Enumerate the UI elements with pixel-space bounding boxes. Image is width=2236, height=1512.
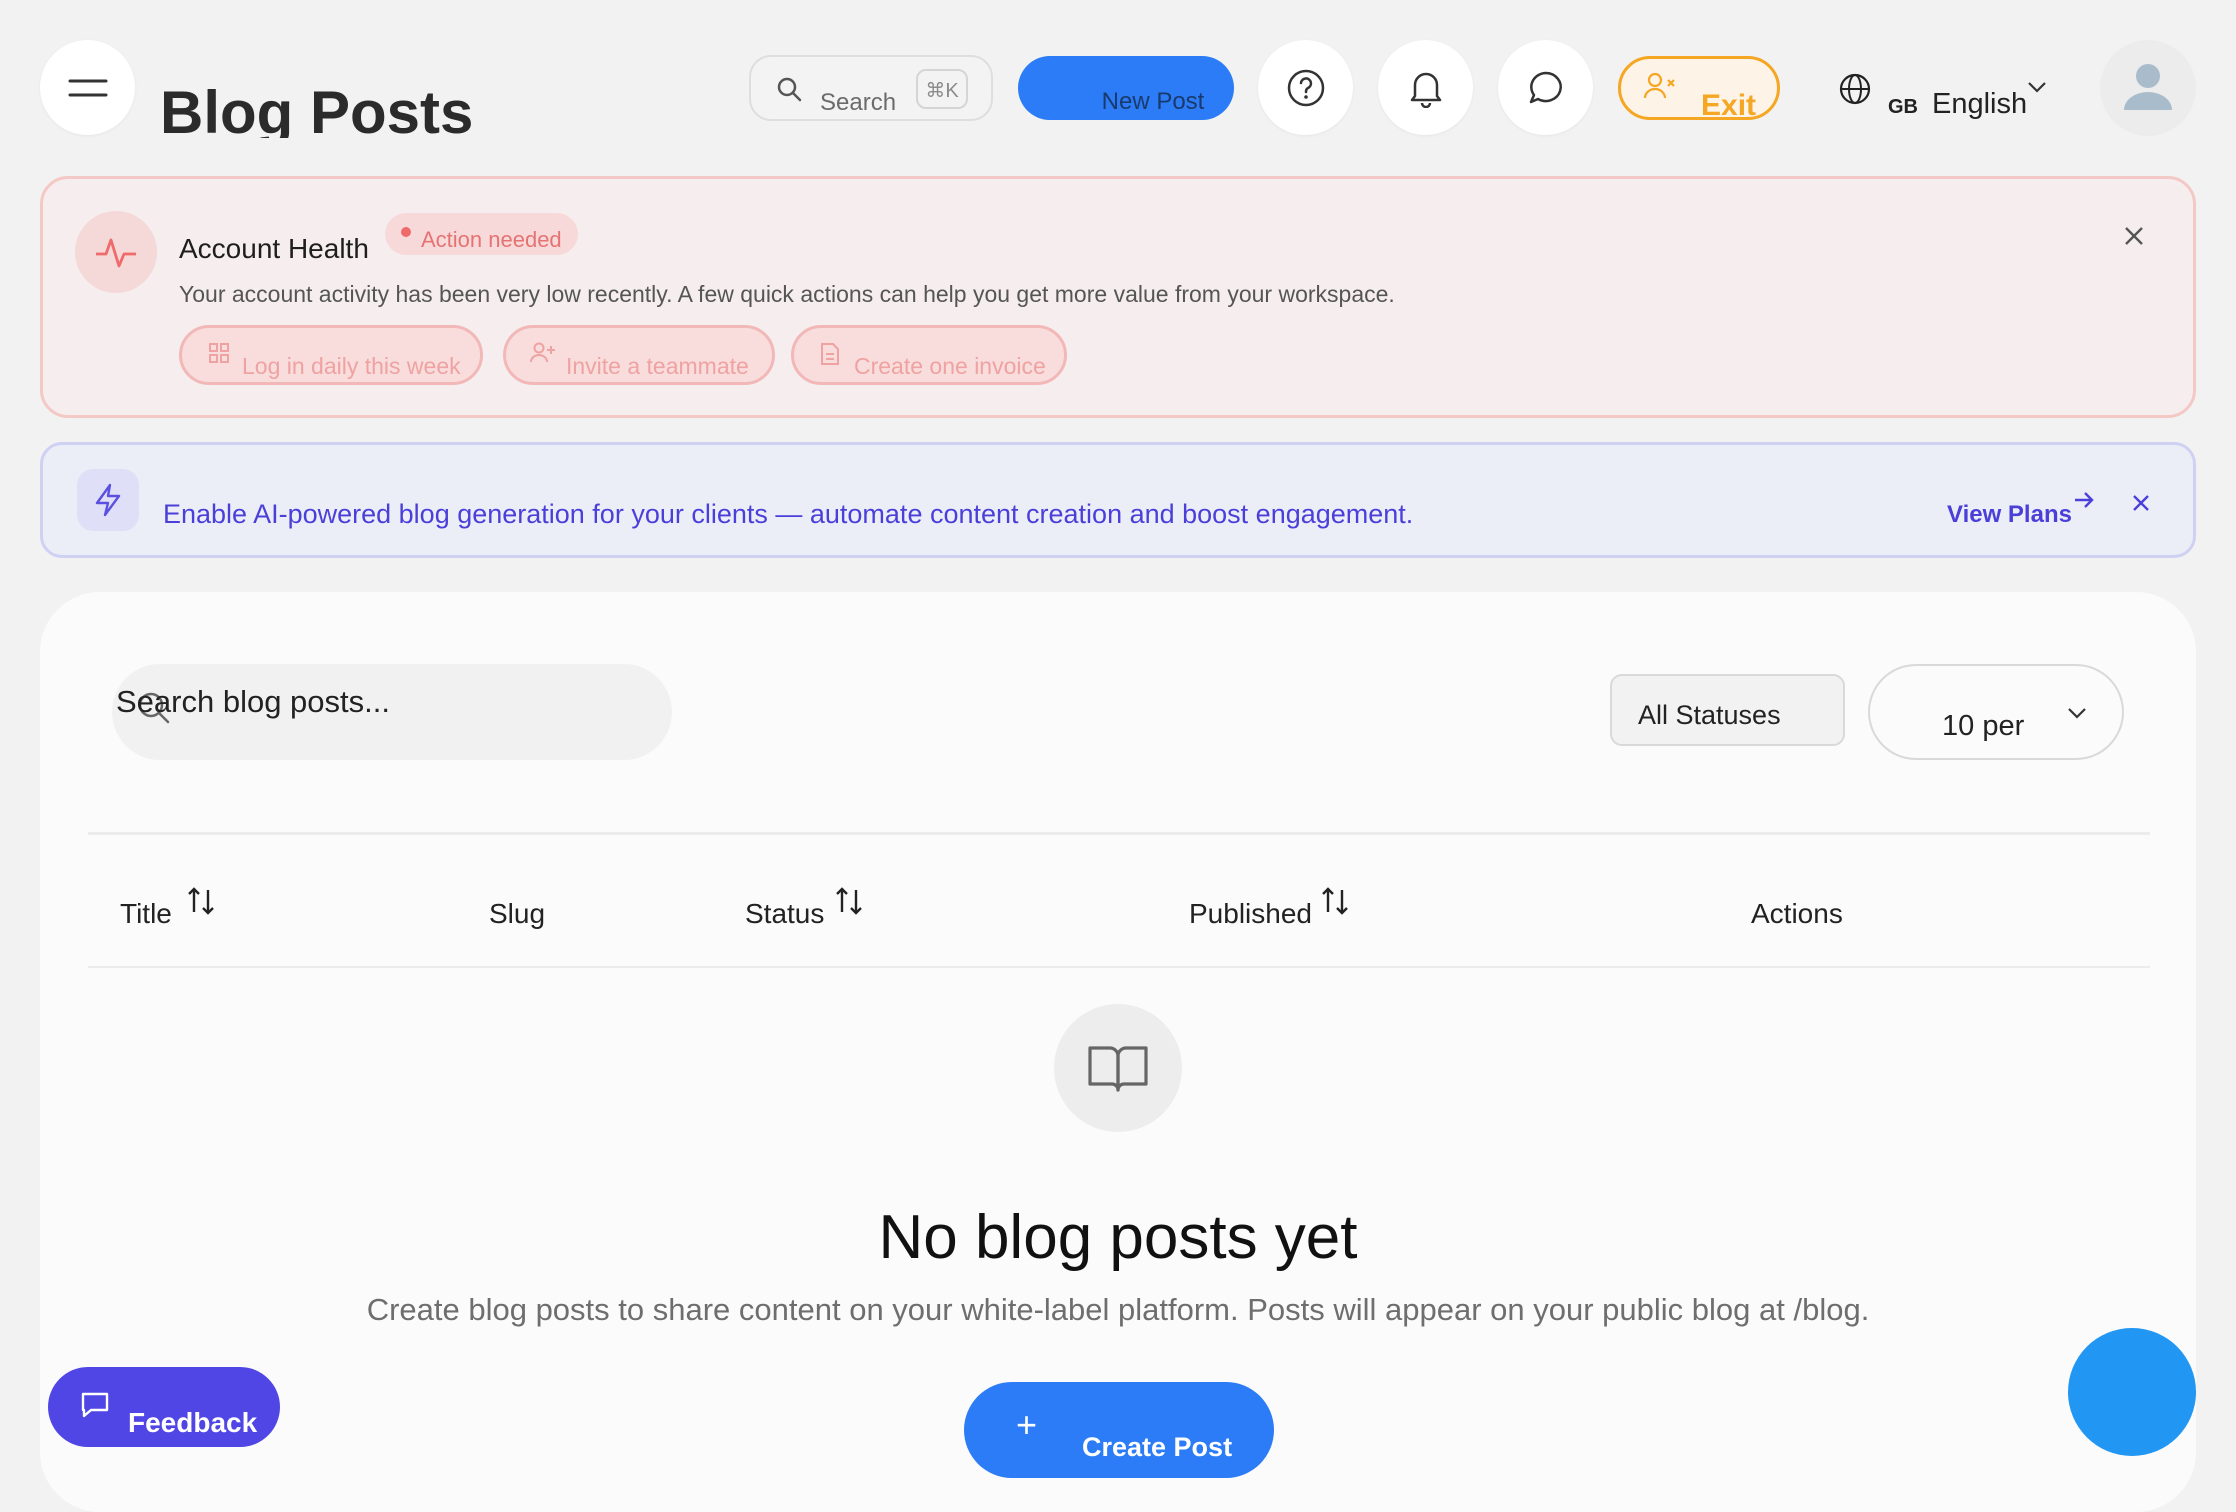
notifications-button[interactable] [1378, 40, 1473, 135]
language-code: GB [1888, 96, 1918, 118]
per-page-value: 10 per [1942, 710, 2025, 742]
column-header-actions: Actions [1751, 898, 1843, 929]
create-post-label: Create Post [1082, 1432, 1233, 1462]
shortcut-badge: ⌘K [916, 69, 968, 109]
divider [88, 966, 2150, 968]
user-plus-icon [530, 342, 555, 363]
action-chip-invite[interactable]: Invite a teammate [503, 325, 775, 385]
globe-icon [1839, 73, 1871, 105]
close-icon[interactable] [2131, 493, 2151, 513]
blog-search-placeholder: Search blog posts... [116, 684, 390, 719]
blog-posts-panel: Search blog posts... All Statuses 10 per… [40, 592, 2196, 1512]
empty-state-description: Create blog posts to share content on yo… [366, 1292, 1870, 1327]
new-post-button[interactable]: New Post [1018, 56, 1234, 120]
account-health-description: Your account activity has been very low … [179, 281, 1395, 307]
user-remove-icon [1643, 72, 1675, 99]
global-search[interactable]: Search ⌘K [749, 55, 993, 121]
ai-promo-text: Enable AI-powered blog generation for yo… [163, 499, 1414, 529]
action-chip-label: Create one invoice [854, 353, 1046, 379]
divider [88, 832, 2150, 835]
status-filter-select[interactable]: All Statuses [1610, 674, 1845, 746]
grid-icon [209, 343, 229, 363]
account-health-card: Account Health Action needed Your accoun… [40, 176, 2196, 418]
page-title: Blog Posts [160, 79, 474, 138]
empty-state-title: No blog posts yet [878, 1203, 1358, 1272]
feedback-button[interactable]: Feedback [48, 1367, 280, 1447]
feedback-label: Feedback [128, 1407, 258, 1438]
bell-icon [1410, 72, 1441, 108]
global-search-label: Search [820, 89, 897, 116]
avatar[interactable] [2100, 40, 2196, 136]
sort-icon[interactable] [186, 886, 216, 916]
menu-button[interactable] [40, 40, 135, 135]
column-header-status[interactable]: Status [745, 898, 824, 930]
status-badge-label: Action needed [421, 227, 562, 252]
ai-promo-banner: Enable AI-powered blog generation for yo… [40, 442, 2196, 558]
action-chip-label: Invite a teammate [566, 353, 749, 379]
document-icon [821, 343, 839, 365]
column-header-published[interactable]: Published [1189, 898, 1312, 930]
action-chip-invoice[interactable]: Create one invoice [791, 325, 1067, 385]
chat-bubble-icon [1529, 71, 1562, 103]
hamburger-icon [68, 79, 107, 96]
blog-search-input[interactable]: Search blog posts... [112, 664, 672, 760]
plus-icon: + [1016, 1404, 1038, 1445]
action-chip-label: Log in daily this week [242, 353, 461, 379]
chat-widget-button[interactable] [2068, 1328, 2196, 1456]
help-icon [1287, 69, 1324, 106]
view-plans-link[interactable]: View Plans [1947, 501, 2072, 529]
column-header-title[interactable]: Title [120, 898, 172, 930]
language-name: English [1932, 88, 2028, 120]
language-selector[interactable]: GB English [1838, 66, 2058, 120]
per-page-select[interactable]: 10 per [1868, 664, 2124, 760]
exit-button[interactable]: Exit [1618, 56, 1780, 122]
arrow-right-icon[interactable] [2073, 489, 2095, 511]
create-post-button[interactable]: + Create Post [964, 1382, 1274, 1478]
sort-icon[interactable] [1320, 886, 1350, 916]
chevron-down-icon [2068, 708, 2086, 719]
activity-icon [75, 211, 157, 293]
status-badge: Action needed [385, 213, 578, 255]
help-button[interactable] [1258, 40, 1353, 135]
messages-button[interactable] [1498, 40, 1593, 135]
search-icon [777, 77, 802, 102]
exit-label: Exit [1701, 89, 1757, 122]
action-chip-login[interactable]: Log in daily this week [179, 325, 483, 385]
close-icon[interactable] [2123, 225, 2145, 247]
column-header-slug: Slug [489, 898, 546, 929]
account-health-title: Account Health [179, 233, 369, 264]
lightning-icon [77, 469, 139, 531]
book-open-icon [1054, 1004, 1182, 1132]
chevron-down-icon [2028, 82, 2046, 93]
user-icon [2124, 64, 2172, 110]
sort-icon[interactable] [834, 886, 864, 916]
message-square-icon [81, 1392, 109, 1418]
